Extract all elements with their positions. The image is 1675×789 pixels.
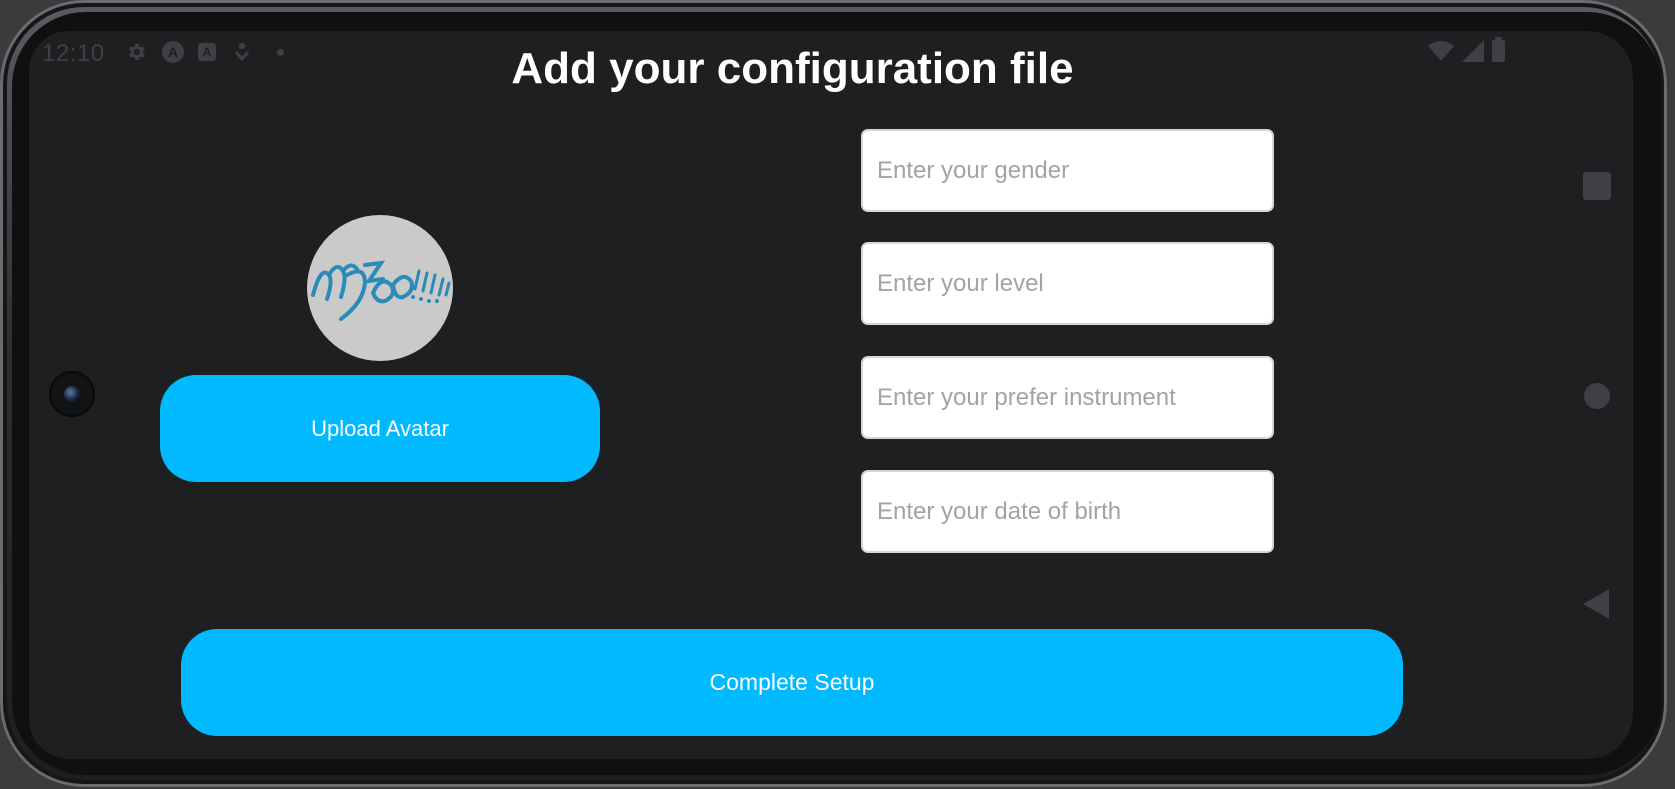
recents-square-icon[interactable] <box>1583 172 1611 200</box>
level-field[interactable] <box>861 242 1274 325</box>
complete-setup-button[interactable]: Complete Setup <box>181 629 1403 736</box>
date-of-birth-field[interactable] <box>861 470 1274 553</box>
avatar[interactable] <box>307 215 453 361</box>
upload-avatar-button[interactable]: Upload Avatar <box>160 375 600 482</box>
back-triangle-icon[interactable] <box>1583 589 1609 619</box>
instrument-field[interactable] <box>861 356 1274 439</box>
avatar-logo-icon <box>311 260 451 321</box>
gender-field[interactable] <box>861 129 1274 212</box>
front-camera <box>51 373 93 415</box>
home-circle-icon[interactable] <box>1584 383 1610 409</box>
page-title: Add your configuration file <box>511 44 1074 93</box>
